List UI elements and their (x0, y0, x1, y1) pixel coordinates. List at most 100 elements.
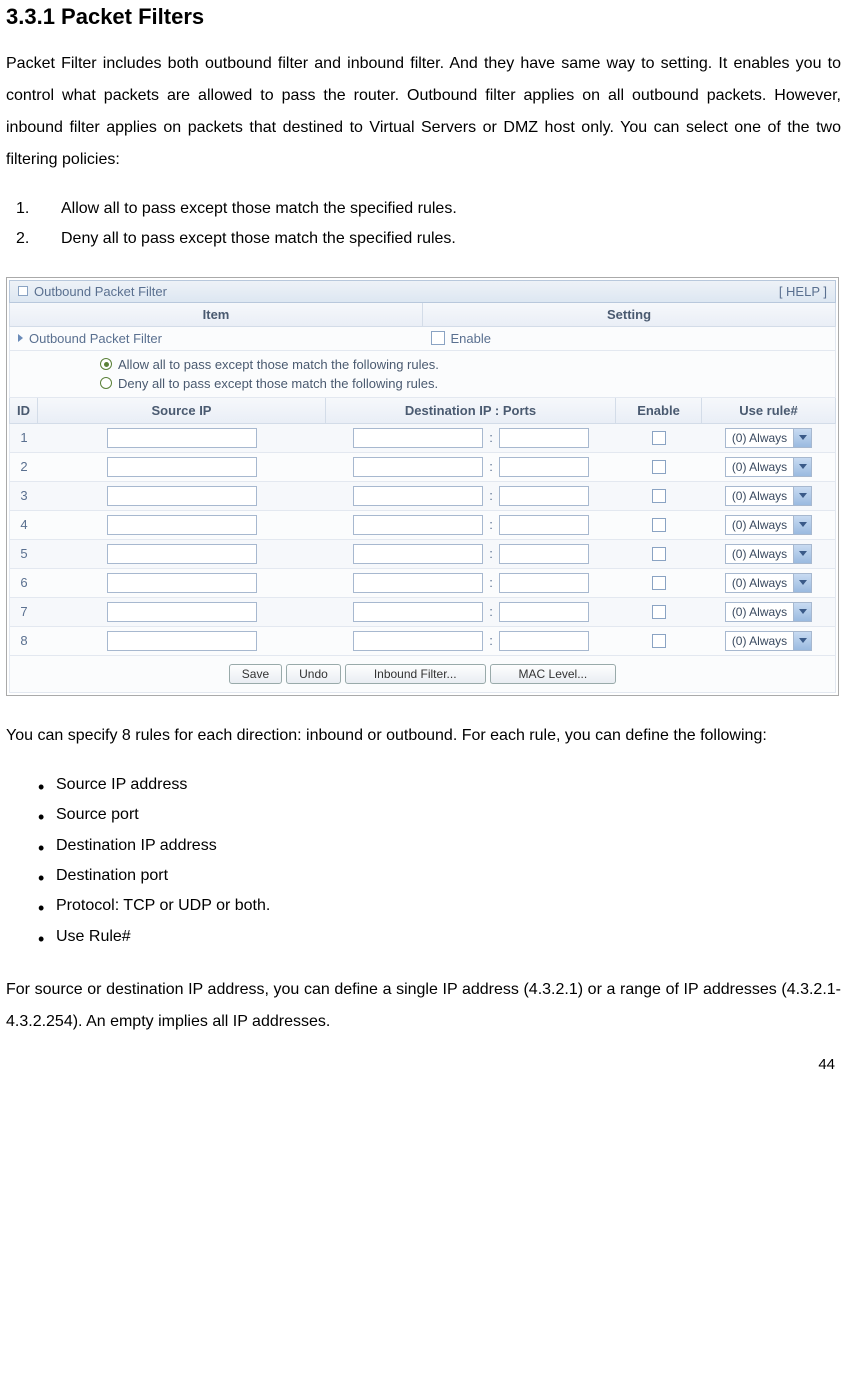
table-row: 6: (0) Always (9, 569, 836, 598)
table-row: 8: (0) Always (9, 627, 836, 656)
dest-port-input[interactable] (499, 544, 589, 564)
dest-ip-input[interactable] (353, 457, 483, 477)
chevron-down-icon[interactable] (793, 574, 811, 592)
row-enable-checkbox[interactable] (652, 518, 666, 532)
chevron-down-icon[interactable] (793, 632, 811, 650)
row-id: 4 (10, 513, 38, 536)
row-id: 2 (10, 455, 38, 478)
dest-ip-input[interactable] (353, 631, 483, 651)
list-item: Source IP address (56, 770, 841, 800)
enable-label: Enable (451, 331, 491, 346)
rules-description: You can specify 8 rules for each directi… (6, 720, 841, 752)
dest-ip-input[interactable] (353, 544, 483, 564)
header-id: ID (10, 398, 38, 423)
policy-allow-option[interactable]: Allow all to pass except those match the… (100, 355, 745, 374)
row-enable-checkbox[interactable] (652, 547, 666, 561)
table-row: 3: (0) Always (9, 482, 836, 511)
dest-port-input[interactable] (499, 428, 589, 448)
row-enable-checkbox[interactable] (652, 460, 666, 474)
dest-port-input[interactable] (499, 602, 589, 622)
source-ip-input[interactable] (107, 602, 257, 622)
policy-list-item: 1.Allow all to pass except those match t… (16, 194, 841, 224)
list-item: Destination IP address (56, 831, 841, 861)
item-setting-header: Item Setting (9, 303, 836, 327)
row-enable-checkbox[interactable] (652, 431, 666, 445)
dest-ip-input[interactable] (353, 515, 483, 535)
dest-port-input[interactable] (499, 573, 589, 593)
outbound-filter-row: Outbound Packet Filter Enable (9, 327, 836, 351)
header-source-ip: Source IP (38, 398, 326, 423)
inbound-filter-button[interactable]: Inbound Filter... (345, 664, 486, 684)
source-ip-input[interactable] (107, 428, 257, 448)
dest-port-input[interactable] (499, 631, 589, 651)
table-row: 2:(0) Always (9, 453, 836, 482)
col-item-header: Item (10, 303, 423, 327)
dest-ip-input[interactable] (353, 428, 483, 448)
source-ip-input[interactable] (107, 515, 257, 535)
outbound-filter-label: Outbound Packet Filter (29, 331, 162, 346)
dest-ip-input[interactable] (353, 602, 483, 622)
chevron-down-icon[interactable] (793, 516, 811, 534)
ip-format-paragraph: For source or destination IP address, yo… (6, 974, 841, 1038)
source-ip-input[interactable] (107, 486, 257, 506)
chevron-down-icon[interactable] (793, 545, 811, 563)
colon-separator: : (485, 488, 497, 503)
table-row: 4: (0) Always (9, 511, 836, 540)
radio-icon[interactable] (100, 377, 112, 389)
panel-icon (18, 286, 28, 296)
source-ip-input[interactable] (107, 631, 257, 651)
source-ip-input[interactable] (107, 573, 257, 593)
col-setting-header: Setting (423, 303, 835, 327)
dest-port-input[interactable] (499, 457, 589, 477)
table-row: 5:(0) Always (9, 540, 836, 569)
enable-checkbox[interactable] (431, 331, 445, 345)
help-link[interactable]: [ HELP ] (779, 284, 827, 299)
dest-ip-input[interactable] (353, 486, 483, 506)
use-rule-select[interactable]: (0) Always (725, 457, 812, 477)
row-id: 7 (10, 600, 38, 623)
router-ui-screenshot: Outbound Packet Filter [ HELP ] Item Set… (6, 277, 839, 696)
source-ip-input[interactable] (107, 544, 257, 564)
row-id: 1 (10, 426, 38, 449)
row-enable-checkbox[interactable] (652, 634, 666, 648)
policy-deny-option[interactable]: Deny all to pass except those match the … (100, 374, 745, 393)
dest-port-input[interactable] (499, 486, 589, 506)
row-enable-checkbox[interactable] (652, 576, 666, 590)
use-rule-select[interactable]: (0) Always (725, 573, 812, 593)
page-number: 44 (6, 1056, 841, 1073)
use-rule-select[interactable]: (0) Always (725, 428, 812, 448)
use-rule-select[interactable]: (0) Always (725, 631, 812, 651)
colon-separator: : (485, 575, 497, 590)
chevron-down-icon[interactable] (793, 429, 811, 447)
colon-separator: : (485, 430, 497, 445)
mac-level-button[interactable]: MAC Level... (490, 664, 617, 684)
table-row: 1: (0) Always (9, 424, 836, 453)
dest-port-input[interactable] (499, 515, 589, 535)
chevron-down-icon[interactable] (793, 603, 811, 621)
rules-table-header: ID Source IP Destination IP : Ports Enab… (9, 398, 836, 424)
row-enable-checkbox[interactable] (652, 605, 666, 619)
radio-icon[interactable] (100, 358, 112, 370)
table-row: 7:(0) Always (9, 598, 836, 627)
list-item: Source port (56, 800, 841, 830)
row-id: 6 (10, 571, 38, 594)
colon-separator: : (485, 517, 497, 532)
chevron-down-icon[interactable] (793, 487, 811, 505)
use-rule-select[interactable]: (0) Always (725, 515, 812, 535)
dest-ip-input[interactable] (353, 573, 483, 593)
chevron-down-icon[interactable] (793, 458, 811, 476)
undo-button[interactable]: Undo (286, 664, 341, 684)
intro-paragraph: Packet Filter includes both outbound fil… (6, 48, 841, 176)
use-rule-select[interactable]: (0) Always (725, 486, 812, 506)
save-button[interactable]: Save (229, 664, 282, 684)
source-ip-input[interactable] (107, 457, 257, 477)
use-rule-select[interactable]: (0) Always (725, 544, 812, 564)
colon-separator: : (485, 546, 497, 561)
use-rule-select[interactable]: (0) Always (725, 602, 812, 622)
button-row: Save Undo Inbound Filter... MAC Level... (9, 656, 836, 693)
row-id: 8 (10, 629, 38, 652)
row-enable-checkbox[interactable] (652, 489, 666, 503)
row-id: 3 (10, 484, 38, 507)
list-item: Destination port (56, 861, 841, 891)
colon-separator: : (485, 633, 497, 648)
